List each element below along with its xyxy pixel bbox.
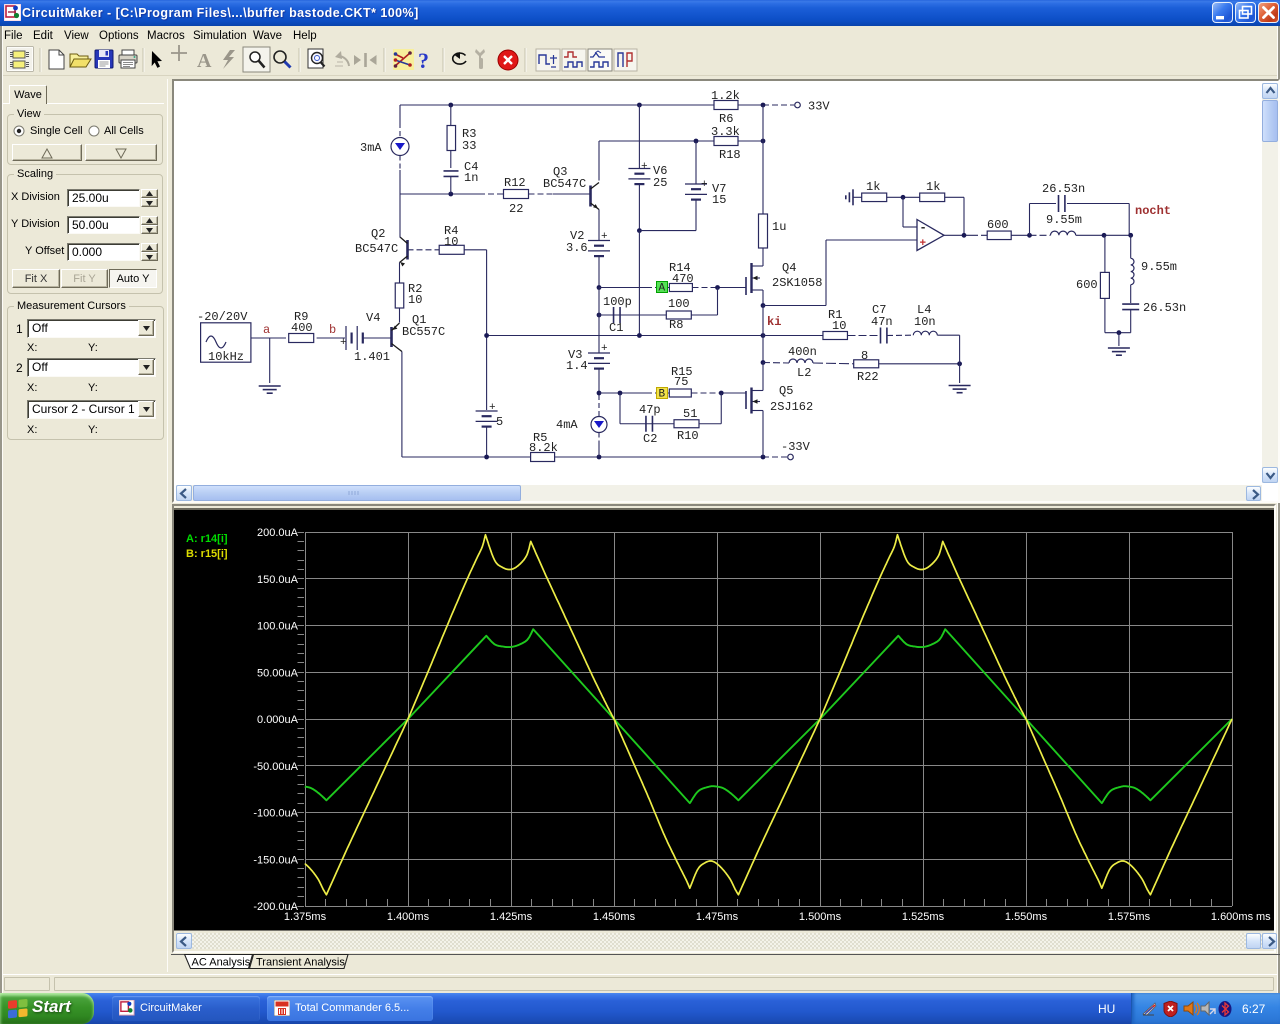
svg-text:1k: 1k xyxy=(926,180,940,194)
svg-text:R22: R22 xyxy=(857,370,879,384)
svg-text:R8: R8 xyxy=(669,318,683,332)
svg-text:1k: 1k xyxy=(866,180,880,194)
svg-text:?: ? xyxy=(418,48,429,73)
svg-text:Q2: Q2 xyxy=(371,227,385,241)
svg-text:b: b xyxy=(329,323,336,337)
svg-text:B: B xyxy=(659,389,666,401)
svg-text:3.3k: 3.3k xyxy=(711,125,740,139)
svg-text:V4: V4 xyxy=(366,311,380,325)
svg-text:33V: 33V xyxy=(808,100,830,114)
svg-text:-: - xyxy=(920,221,927,235)
svg-text:1.425ms: 1.425ms xyxy=(490,911,533,923)
svg-text:nocht: nocht xyxy=(1135,204,1171,218)
svg-text:25: 25 xyxy=(653,176,667,190)
svg-text:1n: 1n xyxy=(464,171,478,185)
svg-text:a: a xyxy=(263,323,270,337)
svg-text:+: + xyxy=(340,337,347,349)
svg-text:26.53n: 26.53n xyxy=(1143,301,1186,315)
svg-text:51: 51 xyxy=(683,407,697,421)
svg-text:-150.0uA: -150.0uA xyxy=(253,854,298,866)
svg-text:1.550ms: 1.550ms xyxy=(1005,911,1048,923)
svg-text:1.525ms: 1.525ms xyxy=(902,911,945,923)
svg-text:AC Analysis: AC Analysis xyxy=(192,957,251,969)
svg-text:C2: C2 xyxy=(643,432,657,446)
svg-text:Q4: Q4 xyxy=(782,261,796,275)
svg-text:3mA: 3mA xyxy=(360,141,382,155)
svg-text:600: 600 xyxy=(1076,278,1098,292)
svg-text:+: + xyxy=(601,231,608,243)
svg-text:50.00uA: 50.00uA xyxy=(257,667,299,679)
svg-text:1.575ms: 1.575ms xyxy=(1108,911,1151,923)
svg-text:9.55m: 9.55m xyxy=(1141,260,1177,274)
svg-text:1.401: 1.401 xyxy=(354,350,390,364)
svg-text:BC547C: BC547C xyxy=(355,242,398,256)
svg-text:150.0uA: 150.0uA xyxy=(257,574,299,586)
svg-text:1.400ms: 1.400ms xyxy=(387,911,430,923)
svg-text:22: 22 xyxy=(509,202,523,216)
svg-text:47p: 47p xyxy=(639,403,661,417)
svg-text:R12: R12 xyxy=(504,176,526,190)
svg-text:1.375ms: 1.375ms xyxy=(284,911,327,923)
svg-text:15: 15 xyxy=(712,193,726,207)
svg-text:400n: 400n xyxy=(788,345,817,359)
svg-text:-33V: -33V xyxy=(781,440,811,454)
svg-text:+: + xyxy=(489,402,496,414)
svg-text:Q5: Q5 xyxy=(779,384,793,398)
svg-text:B: r15[i]: B: r15[i] xyxy=(186,548,228,560)
svg-text:C1: C1 xyxy=(609,321,623,335)
svg-text:9.55m: 9.55m xyxy=(1046,213,1082,227)
svg-text:A: A xyxy=(197,50,212,72)
svg-text:+: + xyxy=(701,179,708,191)
svg-text:1.450ms: 1.450ms xyxy=(593,911,636,923)
svg-text:1.500ms: 1.500ms xyxy=(799,911,842,923)
svg-text:R6: R6 xyxy=(719,112,733,126)
svg-text:33: 33 xyxy=(462,139,476,153)
svg-text:+: + xyxy=(920,238,927,250)
svg-text:1.4: 1.4 xyxy=(566,359,588,373)
svg-text:+: + xyxy=(641,161,648,173)
svg-text:5: 5 xyxy=(496,415,503,429)
svg-text:R18: R18 xyxy=(719,148,741,162)
svg-text:8: 8 xyxy=(861,349,868,363)
svg-text:75: 75 xyxy=(674,375,688,389)
svg-text:10: 10 xyxy=(408,293,422,307)
svg-text:200.0uA: 200.0uA xyxy=(257,527,299,539)
svg-text:ki: ki xyxy=(767,315,781,329)
svg-text:BC557C: BC557C xyxy=(402,325,445,339)
svg-text:A: r14[i]: A: r14[i] xyxy=(186,533,228,545)
svg-text:3.6: 3.6 xyxy=(566,241,588,255)
svg-text:1.2k: 1.2k xyxy=(711,89,740,103)
svg-text:+: + xyxy=(601,343,608,355)
svg-text:A: A xyxy=(659,283,666,295)
svg-text:BC547C: BC547C xyxy=(543,177,586,191)
svg-text:600: 600 xyxy=(987,218,1009,232)
svg-text:100p: 100p xyxy=(603,295,632,309)
svg-text:L2: L2 xyxy=(797,366,811,380)
svg-text:10: 10 xyxy=(832,319,846,333)
svg-text:1u: 1u xyxy=(772,220,786,234)
svg-text:26.53n: 26.53n xyxy=(1042,182,1085,196)
svg-text:1.475ms: 1.475ms xyxy=(696,911,739,923)
svg-text:10: 10 xyxy=(444,235,458,249)
svg-text:2SK1058: 2SK1058 xyxy=(772,276,822,290)
svg-text:-20/20V: -20/20V xyxy=(197,310,248,324)
svg-text:R10: R10 xyxy=(677,429,699,443)
svg-text:ms: ms xyxy=(1256,911,1271,923)
svg-text:47n: 47n xyxy=(871,315,893,329)
svg-text:100: 100 xyxy=(668,297,690,311)
svg-text:8.2k: 8.2k xyxy=(529,441,558,455)
svg-text:-100.0uA: -100.0uA xyxy=(253,808,298,820)
svg-text:10n: 10n xyxy=(914,315,936,329)
svg-text:-50.00uA: -50.00uA xyxy=(253,761,298,773)
svg-text:10kHz: 10kHz xyxy=(208,350,244,364)
svg-text:1.600ms: 1.600ms xyxy=(1211,911,1254,923)
svg-text:0.000uA: 0.000uA xyxy=(257,714,299,726)
svg-text:400: 400 xyxy=(291,321,313,335)
svg-text:4mA: 4mA xyxy=(556,418,578,432)
svg-text:Transient Analysis: Transient Analysis xyxy=(256,957,345,969)
svg-text:2SJ162: 2SJ162 xyxy=(770,400,813,414)
svg-text:470: 470 xyxy=(672,272,694,286)
svg-text:100.0uA: 100.0uA xyxy=(257,621,299,633)
